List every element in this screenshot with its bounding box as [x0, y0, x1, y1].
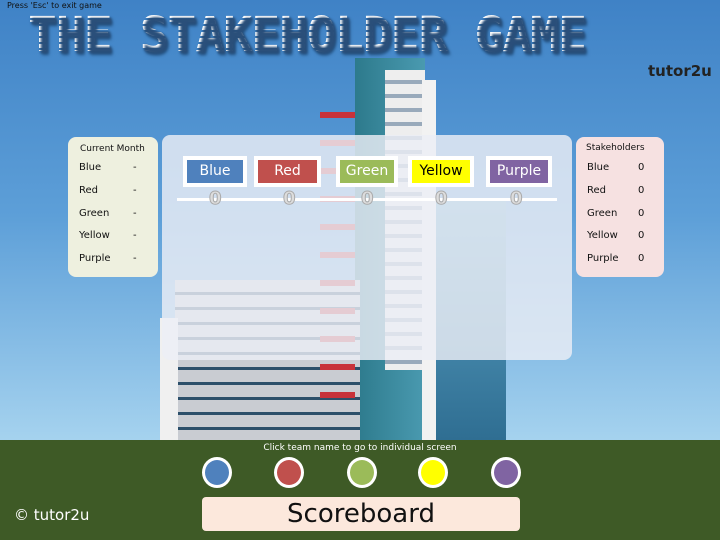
team-dot-red[interactable]	[274, 457, 304, 488]
team-score-marker-yellow: 0	[435, 188, 448, 210]
current-month-title: Current Month	[80, 144, 145, 154]
current-month-team: Purple	[79, 253, 111, 264]
current-month-team: Green	[79, 208, 110, 219]
stakeholders-value: 0	[638, 162, 645, 173]
scoreboard-button[interactable]: Scoreboard	[202, 497, 520, 531]
team-button-red[interactable]: Red	[254, 156, 321, 187]
current-month-team: Red	[79, 185, 98, 196]
stakeholders-value: 0	[638, 208, 645, 219]
stakeholders-title: Stakeholders	[586, 143, 645, 153]
team-button-purple[interactable]: Purple	[486, 156, 552, 187]
stakeholders-team: Red	[587, 185, 606, 196]
stakeholders-team: Purple	[587, 253, 619, 264]
stakeholders-value: 0	[638, 185, 645, 196]
current-month-value: -	[133, 253, 137, 264]
current-month-team: Blue	[79, 162, 102, 173]
copyright: © tutor2u	[14, 506, 90, 524]
current-month-value: -	[133, 185, 137, 196]
stakeholders-team: Blue	[587, 162, 610, 173]
stakeholders-value: 0	[638, 230, 645, 241]
team-button-yellow[interactable]: Yellow	[408, 156, 474, 187]
team-score-marker-purple: 0	[510, 188, 523, 210]
team-button-green[interactable]: Green	[336, 156, 398, 187]
team-dot-blue[interactable]	[202, 457, 232, 488]
team-dot-purple[interactable]	[491, 457, 521, 488]
game-title: THE STAKEHOLDER GAME	[28, 8, 698, 62]
current-month-value: -	[133, 208, 137, 219]
team-score-marker-green: 0	[361, 188, 374, 210]
stakeholders-team: Green	[587, 208, 618, 219]
team-dot-green[interactable]	[347, 457, 377, 488]
stakeholders-value: 0	[638, 253, 645, 264]
tutor2u-logo: tutor2u	[648, 62, 712, 80]
current-month-value: -	[133, 162, 137, 173]
footer-hint: Click team name to go to individual scre…	[263, 443, 457, 453]
team-score-marker-red: 0	[283, 188, 296, 210]
current-month-team: Yellow	[79, 230, 110, 241]
team-dot-yellow[interactable]	[418, 457, 448, 488]
current-month-value: -	[133, 230, 137, 241]
team-button-blue[interactable]: Blue	[183, 156, 247, 187]
stakeholders-team: Yellow	[587, 230, 618, 241]
team-score-marker-blue: 0	[209, 188, 222, 210]
